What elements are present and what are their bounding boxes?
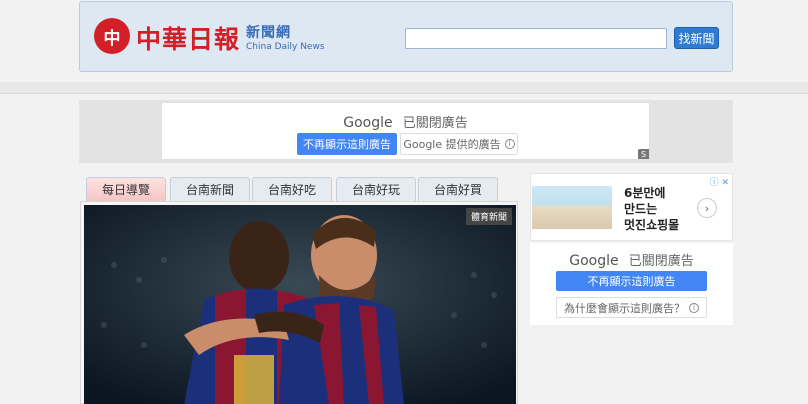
chevron-right-icon[interactable]: › [697,198,717,218]
tab-tainan-shopping[interactable]: 台南好買 [418,177,498,201]
google-label: Google [343,115,393,131]
why-this-ad-label: 為什麼會顯示這則廣告？ [564,301,685,315]
why-this-ad-button[interactable]: 為什麼會顯示這則廣告？ i [556,297,707,318]
tab-daily-guide[interactable]: 每日導覽 [86,177,166,201]
side-ad-closed-panel: Google 已關閉廣告 不再顯示這則廣告 為什麼會顯示這則廣告？ i [530,243,733,325]
football-players-illustration [84,205,516,404]
ad-closed-heading: Google 已關閉廣告 [530,250,733,269]
ad-text[interactable]: 6분만에 만드는 멋진쇼핑몰 [624,185,679,233]
ad-provided-by-google-button[interactable]: Google 提供的廣告 i [400,133,518,155]
search-button[interactable]: 找新聞 [674,27,719,49]
nav-divider [0,82,808,94]
site-logo-subtitle: 新聞網 [246,25,291,41]
site-header: 中 中華日報 新聞網 China Daily News 找新聞 [79,1,733,72]
site-logo-english: China Daily News [246,42,325,52]
adchoices-icon[interactable]: ⓘ ✕ [710,175,729,188]
info-icon: i [689,302,699,313]
info-icon: i [504,139,515,149]
headline-feature: 體育新聞 [80,201,518,404]
tab-tainan-news[interactable]: 台南新聞 [170,177,250,201]
stop-showing-ad-button[interactable]: 不再顯示這則廣告 [297,133,397,155]
headline-photo[interactable]: 體育新聞 [84,205,516,404]
tab-tainan-fun[interactable]: 台南好玩 [336,177,416,201]
top-ad-closed-panel: Google 已關閉廣告 不再顯示這則廣告 Google 提供的廣告 i S [161,102,650,160]
category-badge[interactable]: 體育新聞 [465,208,512,225]
ad-thumbnail[interactable] [532,186,612,229]
ad-closed-label: 已關閉廣告 [402,116,468,131]
ad-s-badge[interactable]: S [638,149,649,159]
top-ad-container: Google 已關閉廣告 不再顯示這則廣告 Google 提供的廣告 i S [79,100,733,163]
stop-showing-ad-button[interactable]: 不再顯示這則廣告 [556,271,707,291]
ad-closed-label: 已關閉廣告 [628,254,694,269]
ad-provided-label: Google 提供的廣告 [403,138,501,151]
ad-text-line: 멋진쇼핑몰 [624,218,680,232]
side-ad-banner[interactable]: 6분만에 만드는 멋진쇼핑몰 › ⓘ ✕ [530,173,733,241]
site-logo-title[interactable]: 中華日報 [136,20,240,56]
ad-closed-heading: Google 已關閉廣告 [162,112,649,131]
tab-tainan-food[interactable]: 台南好吃 [252,177,332,201]
ad-text-line: 만드는 [624,202,658,216]
google-label: Google [569,253,619,269]
search-input[interactable] [405,28,667,49]
ad-text-line: 6분만에 [624,186,666,200]
logo-icon[interactable]: 中 [94,18,130,54]
